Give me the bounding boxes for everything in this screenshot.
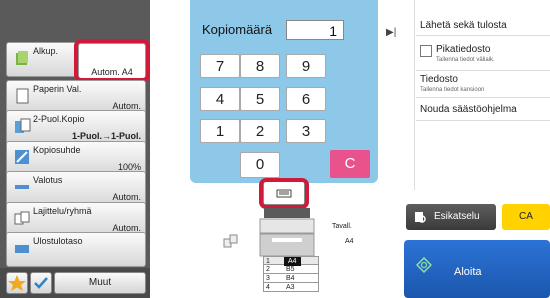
tray-number: 3: [266, 275, 270, 282]
start-icon: [416, 257, 432, 273]
duplex-copy-value: 1-Puol.→1-Puol.: [71, 131, 141, 141]
key-9[interactable]: 9: [286, 54, 326, 78]
paper-icon: [16, 88, 29, 104]
tray-number: 2: [266, 266, 270, 273]
start-label: Aloita: [454, 266, 482, 278]
key-2[interactable]: 2: [240, 119, 280, 143]
others-button[interactable]: Muut: [54, 272, 146, 294]
exposure-button[interactable]: Valotus Autom.: [6, 171, 146, 206]
file-item[interactable]: Tiedosto Tallenna tiedot kansioon: [416, 72, 550, 98]
copy-ratio-label: Kopiosuhde: [33, 145, 81, 155]
preview-label: Esikatselu: [434, 211, 480, 222]
quick-file-label: Pikatiedosto: [436, 44, 491, 55]
highlight-scanner-output: [259, 178, 309, 209]
tray-paper-label: A4: [345, 238, 354, 245]
sort-group-label: Lajittelu/ryhmä: [33, 206, 92, 216]
right-action-panel: ▶| Lähetä sekä tulosta Pikatiedosto Tall…: [378, 0, 550, 190]
output-tray-icon: [15, 245, 29, 253]
clear-key[interactable]: C: [330, 150, 370, 178]
checkmark-icon: [34, 277, 48, 289]
sorting-icon: [223, 234, 238, 248]
sort-icon: [14, 211, 30, 225]
tray-row[interactable]: 3 B4: [263, 274, 319, 283]
exposure-icon: [15, 185, 29, 189]
output-tray-label: Ulostulotaso: [33, 236, 83, 246]
duplex-copy-button[interactable]: 2-Puol.Kopio 1-Puol.→1-Puol.: [6, 110, 146, 145]
expand-arrow-icon: ▶|: [386, 27, 397, 38]
settings-panel: Alkup. Autom. A4 Paperin Val. Autom. 2-P…: [0, 0, 150, 298]
quick-file-checkbox[interactable]: [420, 45, 432, 57]
file-label: Tiedosto: [420, 74, 458, 85]
exposure-label: Valotus: [33, 175, 63, 185]
start-button[interactable]: Aloita: [404, 240, 550, 298]
tray-size: B5: [286, 266, 295, 273]
duplex-icon: [15, 118, 31, 133]
quick-file-item[interactable]: Pikatiedosto Tallenna tiedot väliaik.: [416, 37, 550, 71]
tray-size: A3: [286, 284, 295, 291]
key-3[interactable]: 3: [286, 119, 326, 143]
duplex-copy-label: 2-Puol.Kopio: [33, 114, 85, 124]
quick-file-sublabel: Tallenna tiedot väliaik.: [436, 57, 495, 63]
preview-button[interactable]: Esikatselu: [406, 204, 496, 230]
copy-count-keypad: Kopiomäärä 1 7 8 9 4 5 6 1 2 3 0 C: [190, 0, 378, 183]
tray-type-label: Tavall.: [332, 223, 352, 230]
copy-count-display[interactable]: 1: [286, 20, 344, 40]
file-sublabel: Tallenna tiedot kansioon: [420, 87, 485, 93]
key-8[interactable]: 8: [240, 54, 280, 78]
tray-size: B4: [286, 275, 295, 282]
zoom-ratio-icon: [15, 150, 29, 164]
panel-toggle[interactable]: ▶|: [378, 0, 415, 190]
document-icon: [16, 51, 28, 65]
highlight-original-value: [74, 39, 150, 82]
favorites-button[interactable]: [6, 272, 28, 294]
key-5[interactable]: 5: [240, 87, 280, 111]
output-tray-button[interactable]: Ulostulotaso: [6, 232, 146, 267]
paper-select-label: Paperin Val.: [33, 84, 82, 94]
copier-illustration: [259, 208, 315, 257]
check-button[interactable]: [30, 272, 52, 294]
tray-number: 4: [266, 284, 270, 291]
key-0[interactable]: 0: [240, 152, 280, 178]
retrieve-program-label: Nouda säästöohjelma: [420, 104, 517, 115]
paper-tray-list: 1 A4 2 B5 3 B4 4 A3: [263, 256, 319, 292]
bottom-toolbar: Muut: [0, 268, 150, 298]
tray-row[interactable]: 4 A3: [263, 283, 319, 292]
key-7[interactable]: 7: [200, 54, 240, 78]
retrieve-program-item[interactable]: Nouda säästöohjelma: [416, 99, 550, 121]
key-4[interactable]: 4: [200, 87, 240, 111]
original-label: Alkup.: [33, 46, 59, 56]
key-1[interactable]: 1: [200, 119, 240, 143]
send-and-print-label: Lähetä sekä tulosta: [420, 20, 507, 31]
tray-row[interactable]: 1 A4: [263, 256, 319, 266]
star-icon: [8, 275, 26, 291]
copy-count-label: Kopiomäärä: [202, 22, 273, 37]
preview-icon: [415, 212, 426, 223]
tray-row[interactable]: 2 B5: [263, 265, 319, 274]
clear-all-button[interactable]: CA: [502, 204, 550, 230]
send-and-print-item[interactable]: Lähetä sekä tulosta: [416, 0, 550, 36]
key-6[interactable]: 6: [286, 87, 326, 111]
exposure-value: Autom.: [112, 192, 141, 202]
